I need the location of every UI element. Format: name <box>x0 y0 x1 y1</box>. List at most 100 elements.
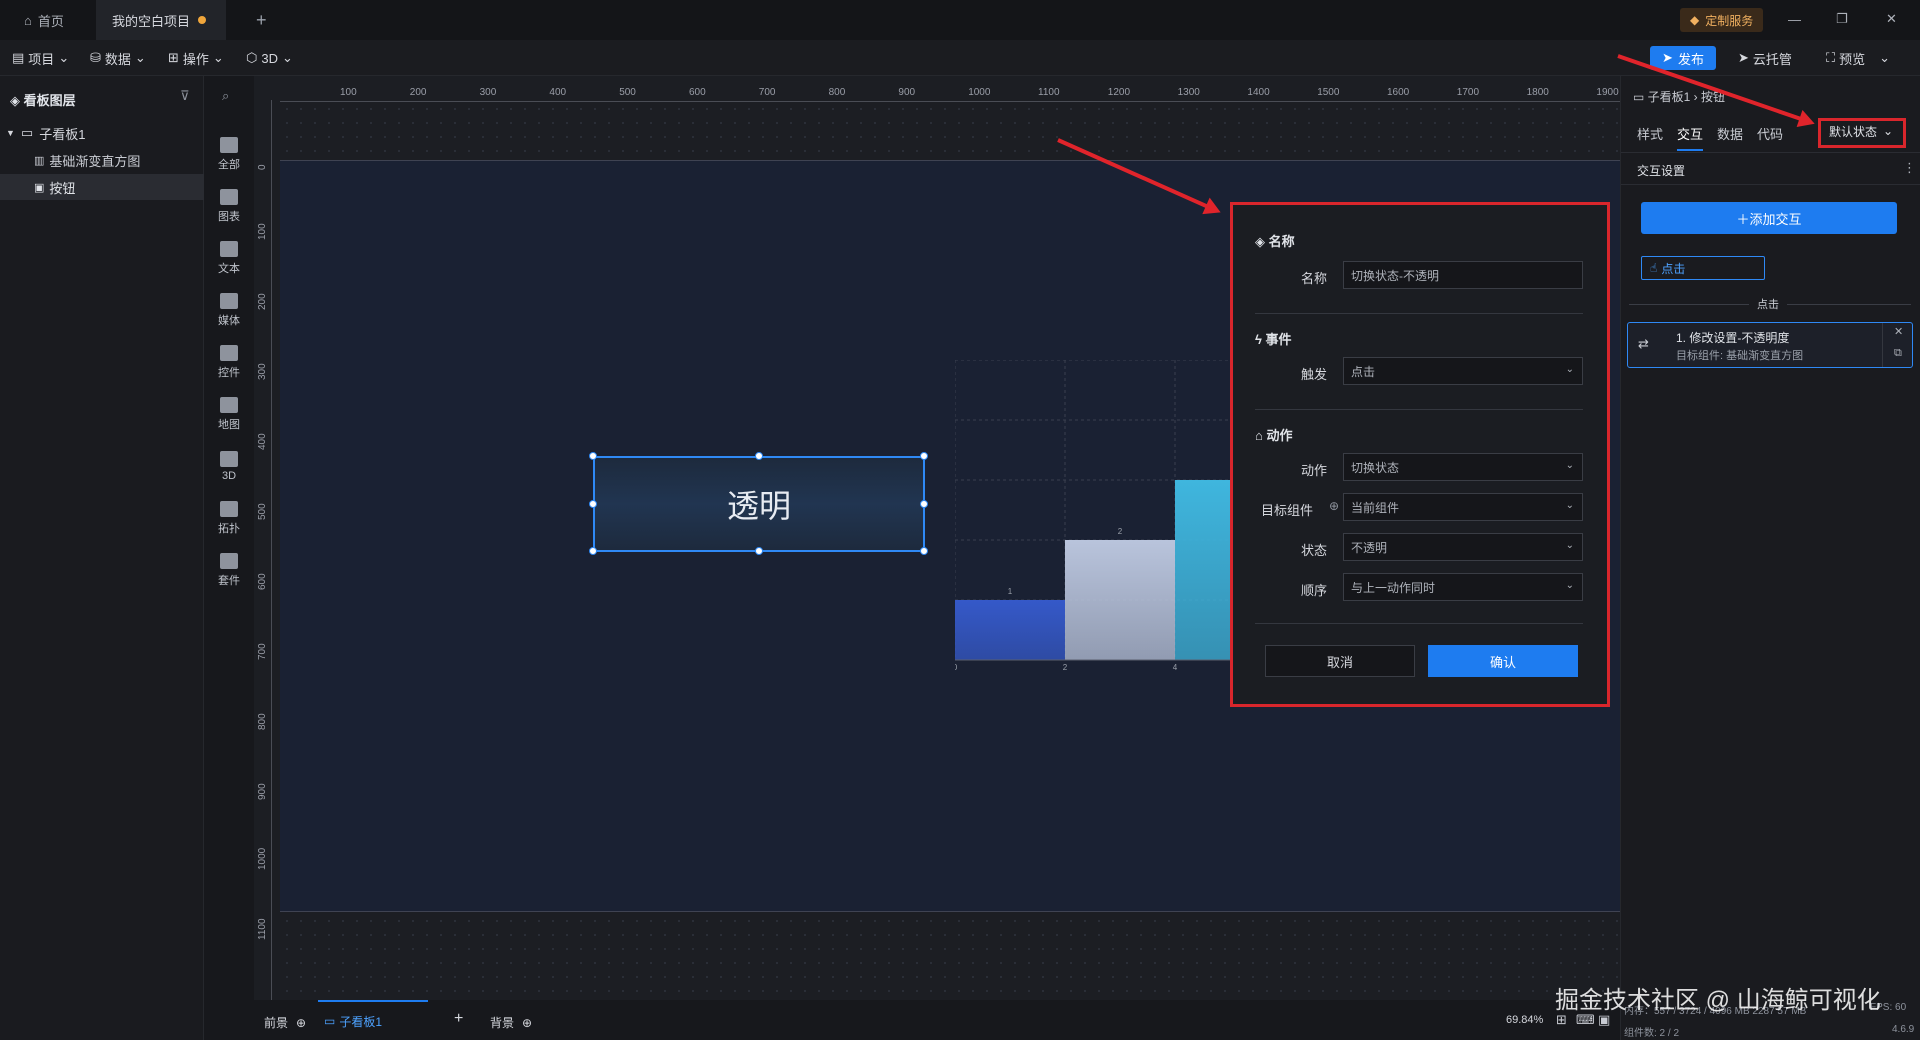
divider <box>1882 323 1883 367</box>
chevron-down-icon: ⌄ <box>1565 540 1574 551</box>
category-control[interactable]: 控件 <box>204 338 254 386</box>
layer-board[interactable]: ▼ ▭ 子看板1 <box>6 122 204 144</box>
menu-data[interactable]: ⛁ 数据 ⌄ <box>90 40 146 76</box>
resize-handle[interactable] <box>755 452 763 460</box>
ruler-tick: 600 <box>257 573 268 590</box>
custom-service-button[interactable]: ◆ 定制服务 <box>1680 8 1764 32</box>
ruler-tick: 1200 <box>1107 87 1131 98</box>
layers-title: ◈ 看板图层 <box>10 93 76 108</box>
action-select[interactable]: 切换状态 ⌄ <box>1343 453 1583 481</box>
board-icon: ▭ <box>1633 90 1648 104</box>
board-tab[interactable]: ▭ 子看板1 <box>318 1000 428 1040</box>
tab-style[interactable]: 样式 <box>1637 124 1663 143</box>
send-icon: ➤ <box>1738 50 1749 65</box>
send-icon: ➤ <box>1662 50 1673 65</box>
resize-handle[interactable] <box>589 547 597 555</box>
chevron-down-icon: ⌄ <box>134 50 146 65</box>
category-text[interactable]: 文本 <box>204 234 254 282</box>
trigger-select[interactable]: 点击 ⌄ <box>1343 357 1583 385</box>
add-interaction-button[interactable]: ＋添加交互 <box>1641 202 1897 234</box>
category-map[interactable]: 地图 <box>204 390 254 438</box>
resize-handle[interactable] <box>755 547 763 555</box>
tab-code[interactable]: 代码 <box>1757 124 1783 143</box>
target-select[interactable]: 当前组件 ⌄ <box>1343 493 1583 521</box>
target-pick-icon[interactable]: ⊕ <box>1329 499 1339 513</box>
cloud-host-button[interactable]: ➤ 云托管 <box>1738 40 1792 76</box>
order-select[interactable]: 与上一动作同时 ⌄ <box>1343 573 1583 601</box>
map-icon <box>220 396 238 413</box>
zoom-level[interactable]: 69.84% <box>1506 1014 1543 1026</box>
ruler-tick: 1600 <box>1387 87 1410 98</box>
category-3d[interactable]: 3D <box>204 442 254 490</box>
layers-panel: ◈ 看板图层 ⊽ ⌕ ▼ ▭ 子看板1 ▥ 基础渐变直方图 ▣ 按钮 <box>0 76 229 1040</box>
ruler-left: 0 100 200 300 400 500 600 700 800 900 1000 1100 <box>254 100 272 1000</box>
layers-icon: ◈ <box>10 93 24 108</box>
menu-operate[interactable]: ⊞ 操作 ⌄ <box>168 40 224 76</box>
minimize-button[interactable]: — <box>1788 12 1801 27</box>
chevron-down-icon: ⌄ <box>281 50 293 65</box>
chevron-down-icon: ⌄ <box>58 50 70 65</box>
chevron-down-icon: ⌄ <box>212 50 224 65</box>
annotation-box <box>1818 118 1906 148</box>
divider <box>1621 184 1920 185</box>
name-input[interactable]: 切换状态-不透明 <box>1343 261 1583 289</box>
interaction-item-title: 1. 修改设置-不透明度 <box>1676 331 1790 345</box>
ruler-tick: 1900 <box>1596 87 1619 98</box>
category-chart[interactable]: 图表 <box>204 182 254 230</box>
ruler-tick: 100 <box>257 223 268 240</box>
ruler-tick: 1700 <box>1456 87 1480 98</box>
filter-icon[interactable]: ⊽ <box>180 88 190 104</box>
database-icon: ⛁ <box>90 50 101 65</box>
confirm-button[interactable]: 确认 <box>1428 645 1578 677</box>
category-kit[interactable]: 套件 <box>204 546 254 594</box>
chart-bar <box>1065 540 1175 660</box>
close-button[interactable]: ✕ <box>1886 11 1897 27</box>
cancel-button[interactable]: 取消 <box>1265 645 1415 677</box>
category-topology[interactable]: 拓扑 <box>204 494 254 542</box>
histogram-chart[interactable]: 1 2 0 2 4 <box>955 360 1235 670</box>
ruler-tick: 500 <box>257 503 268 520</box>
tab-data[interactable]: 数据 <box>1717 124 1743 143</box>
layer-histogram[interactable]: ▥ 基础渐变直方图 <box>0 148 204 172</box>
topology-icon <box>220 500 238 517</box>
chart-data-label: 1 <box>1008 587 1013 596</box>
layer-button[interactable]: ▣ 按钮 <box>0 174 204 200</box>
fullscreen-icon: ⛶ <box>1826 50 1836 65</box>
chart-tick-label: 2 <box>1063 663 1068 670</box>
ruler-tick: 1100 <box>257 918 268 940</box>
component-count: 组件数: 2 / 2 <box>1624 1028 1680 1039</box>
resize-handle[interactable] <box>589 500 597 508</box>
restore-button[interactable]: ❐ <box>1836 11 1848 27</box>
add-tab-button[interactable]: + <box>240 0 283 40</box>
more-icon[interactable]: ⋮ <box>1903 160 1916 176</box>
close-icon[interactable]: ✕ <box>1894 325 1903 338</box>
canvas-button-component[interactable]: 透明 <box>593 456 925 552</box>
tab-home[interactable]: ⌂ 首页 <box>8 0 92 40</box>
copy-icon[interactable]: ⧉ <box>1894 347 1902 360</box>
category-all[interactable]: 全部 <box>204 130 254 178</box>
click-event-tag[interactable]: ☝ 点击 <box>1641 256 1765 280</box>
cube-icon <box>220 450 238 467</box>
add-board-button[interactable]: + <box>454 1010 463 1028</box>
resize-handle[interactable] <box>920 500 928 508</box>
publish-button[interactable]: ➤ 发布 <box>1650 46 1716 70</box>
tab-project[interactable]: 我的空白项目 <box>96 0 226 40</box>
category-media[interactable]: 媒体 <box>204 286 254 334</box>
tab-interaction[interactable]: 交互 <box>1677 124 1704 151</box>
event-section-title: ϟ 事件 <box>1255 332 1292 347</box>
menu-project[interactable]: ▤ 项目 ⌄ <box>12 40 69 76</box>
resize-handle[interactable] <box>589 452 597 460</box>
resize-handle[interactable] <box>920 452 928 460</box>
interaction-item[interactable]: ⇄ 1. 修改设置-不透明度 目标组件: 基础渐变直方图 ✕ ⧉ <box>1627 322 1913 368</box>
preview-button[interactable]: ⛶ 预览 ⌄ <box>1826 40 1890 76</box>
foreground-tab[interactable]: 前景 ⊕ <box>264 1014 306 1031</box>
action-section-title: ⌂ 动作 <box>1255 428 1293 443</box>
bar-chart-icon: ▥ <box>34 154 45 167</box>
resize-handle[interactable] <box>920 547 928 555</box>
home-icon: ⌂ <box>24 12 32 28</box>
background-tab[interactable]: 背景 ⊕ <box>490 1014 532 1031</box>
menu-3d[interactable]: ⬡ 3D ⌄ <box>246 40 293 76</box>
state-select[interactable]: 不透明 ⌄ <box>1343 533 1583 561</box>
search-icon[interactable]: ⌕ <box>222 88 229 104</box>
file-icon: ▤ <box>12 50 25 65</box>
